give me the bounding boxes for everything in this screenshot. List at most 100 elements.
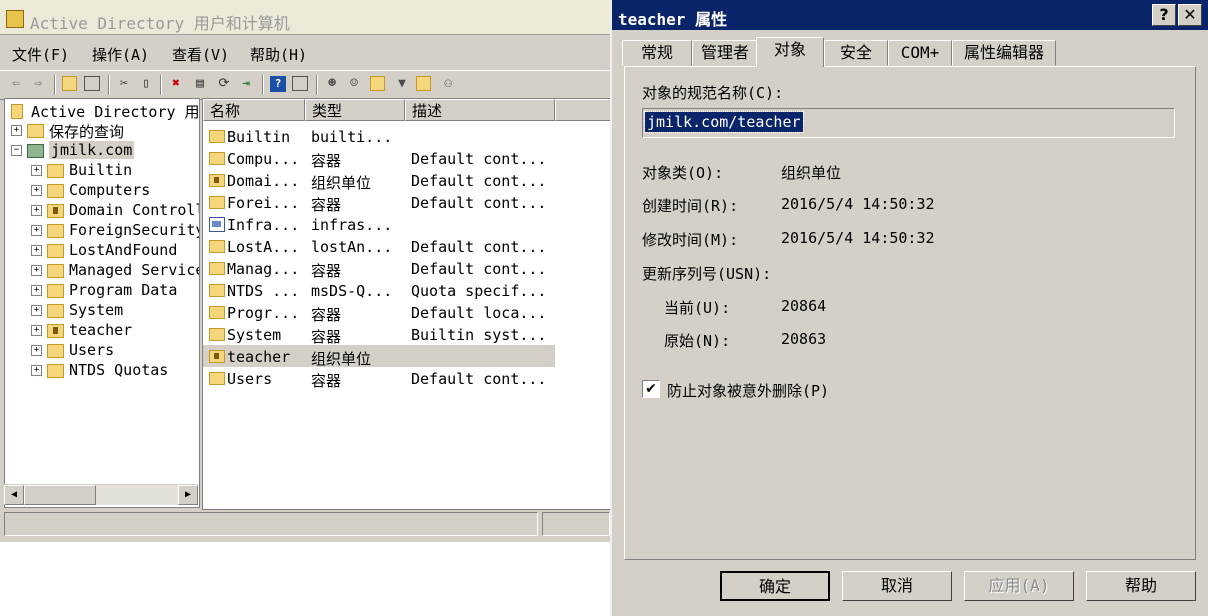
menu-help[interactable]: 帮助(H) xyxy=(250,44,307,65)
tree-horizontal-scrollbar[interactable]: ◀ ▶ xyxy=(4,484,198,505)
status-pane-right xyxy=(542,512,610,536)
list-item-type: 容器 xyxy=(311,372,342,390)
menu-view[interactable]: 查看(V) xyxy=(172,44,229,65)
list-item[interactable]: Infra... infras... xyxy=(203,213,611,235)
usn-original-value: 20863 xyxy=(781,330,827,348)
list-item-name: LostA... xyxy=(227,238,300,256)
aduc-titlebar[interactable]: Active Directory 用户和计算机 xyxy=(0,0,610,35)
list-item[interactable]: System 容器 Builtin syst... xyxy=(203,323,611,346)
add-to-group-icon[interactable]: ⚇ xyxy=(440,76,456,92)
scroll-left-icon[interactable]: ◀ xyxy=(4,485,24,505)
tab-object[interactable]: 对象 xyxy=(756,37,824,67)
list-item[interactable]: Users 容器 Default cont... xyxy=(203,367,611,390)
created-label: 创建时间(R): xyxy=(642,197,739,215)
tab-managed-by[interactable]: 管理者 xyxy=(692,40,758,66)
list-item[interactable]: Forei... 容器 Default cont... xyxy=(203,191,611,214)
tab-com-plus[interactable]: COM+ xyxy=(888,40,952,66)
new-group-icon[interactable]: ☺ xyxy=(346,76,362,92)
tree-label: jmilk.com xyxy=(49,141,135,159)
expand-icon[interactable]: + xyxy=(31,185,42,196)
canonical-name-field[interactable]: jmilk.com/teacher xyxy=(642,108,1175,138)
console-icon[interactable] xyxy=(292,76,308,91)
back-icon[interactable]: ⇦ xyxy=(8,76,24,92)
canonical-name-value[interactable]: jmilk.com/teacher xyxy=(644,111,804,133)
tab-security[interactable]: 安全 xyxy=(824,40,888,66)
tree-label: NTDS Quotas xyxy=(69,361,169,379)
apply-button[interactable]: 应用(A) xyxy=(964,571,1074,601)
list-item-description: Default cont... xyxy=(411,150,547,168)
collapse-icon[interactable]: − xyxy=(11,145,22,156)
refresh-icon[interactable]: ⟳ xyxy=(216,76,232,92)
expand-icon[interactable]: + xyxy=(31,265,42,276)
folder-icon xyxy=(209,262,225,275)
menu-action[interactable]: 操作(A) xyxy=(92,44,149,65)
expand-icon[interactable]: + xyxy=(31,305,42,316)
details-pane: 名称 类型 描述 Builtin builti... Compu... 容器 Defau… xyxy=(202,98,612,510)
tree-label: Domain Controll xyxy=(69,201,200,219)
tab-attribute-editor[interactable]: 属性编辑器 xyxy=(952,40,1056,66)
delete-icon[interactable]: ✖ xyxy=(168,76,184,92)
help-icon[interactable]: ? xyxy=(270,76,286,92)
copy-icon[interactable]: ▯ xyxy=(138,76,154,92)
forward-icon[interactable]: ⇨ xyxy=(30,76,46,92)
list-item[interactable]: Manag... 容器 Default cont... xyxy=(203,257,611,280)
expand-icon[interactable]: + xyxy=(31,205,42,216)
expand-icon[interactable]: + xyxy=(31,165,42,176)
list-item[interactable]: Domai... 组织单位 Default cont... xyxy=(203,169,611,192)
expand-icon[interactable]: + xyxy=(31,365,42,376)
folder-icon xyxy=(47,264,64,278)
list-item-description: Quota specif... xyxy=(411,282,547,300)
list-item[interactable]: Compu... 容器 Default cont... xyxy=(203,147,611,170)
column-header-type[interactable]: 类型 xyxy=(305,99,405,121)
protect-checkbox[interactable]: ✔ xyxy=(642,380,660,398)
ou-icon xyxy=(209,350,225,363)
help-caption-button[interactable]: ? xyxy=(1152,4,1176,26)
list-item-name: NTDS ... xyxy=(227,282,300,300)
close-icon[interactable]: ✕ xyxy=(1178,4,1202,26)
cut-icon[interactable]: ✂ xyxy=(116,76,132,92)
help-button[interactable]: 帮助 xyxy=(1086,571,1196,601)
protect-label[interactable]: 防止对象被意外删除(P) xyxy=(667,380,829,401)
expand-icon[interactable]: + xyxy=(31,345,42,356)
list-item[interactable]: NTDS ... msDS-Q... Quota specif... xyxy=(203,279,611,301)
scroll-right-icon[interactable]: ▶ xyxy=(178,485,198,505)
ok-button[interactable]: 确定 xyxy=(720,571,830,601)
expand-icon[interactable]: + xyxy=(31,325,42,336)
find-icon[interactable] xyxy=(416,76,431,91)
list-item-description: Builtin syst... xyxy=(411,326,547,344)
column-header-description[interactable]: 描述 xyxy=(405,99,555,121)
new-ou-icon[interactable] xyxy=(370,76,385,91)
list-item[interactable]: LostA... lostAn... Default cont... xyxy=(203,235,611,257)
dialog-titlebar[interactable]: teacher 属性 ? ✕ xyxy=(612,0,1208,30)
expand-icon[interactable]: + xyxy=(31,225,42,236)
list-item[interactable]: Progr... 容器 Default loca... xyxy=(203,301,611,324)
column-header-name[interactable]: 名称 xyxy=(203,99,305,121)
tab-general[interactable]: 常规 xyxy=(622,40,692,66)
new-user-icon[interactable]: ☻ xyxy=(324,76,340,92)
list-item-name: Manag... xyxy=(227,260,300,278)
filter-icon[interactable]: ▼ xyxy=(394,76,410,92)
aduc-app-icon xyxy=(6,10,24,28)
scroll-thumb[interactable] xyxy=(24,485,96,505)
show-tree-icon[interactable] xyxy=(84,76,100,91)
toolbar: ⇦ ⇨ ✂ ▯ ✖ ▤ ⟳ ⇥ ? ☻ ☺ ▼ ⚇ xyxy=(0,70,610,100)
tree-label: Program Data xyxy=(69,281,178,299)
cancel-button[interactable]: 取消 xyxy=(842,571,952,601)
usn-current-label: 当前(U): xyxy=(664,299,731,317)
list-item[interactable]: Builtin builti... xyxy=(203,125,611,147)
column-header-spacer xyxy=(555,99,611,121)
folder-icon xyxy=(209,328,225,341)
up-folder-icon[interactable] xyxy=(62,76,77,91)
expand-icon[interactable]: + xyxy=(31,245,42,256)
folder-icon xyxy=(209,130,225,143)
menu-file[interactable]: 文件(F) xyxy=(12,44,69,65)
list-item[interactable]: teacher 组织单位 xyxy=(203,345,611,368)
properties-icon[interactable]: ▤ xyxy=(192,76,208,92)
expand-icon[interactable]: + xyxy=(11,125,22,136)
aduc-title: Active Directory 用户和计算机 xyxy=(30,14,290,33)
list-item-type: lostAn... xyxy=(311,238,393,256)
export-icon[interactable]: ⇥ xyxy=(238,76,254,92)
tree-label: 保存的查询 xyxy=(49,123,125,141)
list-item-type: 容器 xyxy=(311,306,342,324)
expand-icon[interactable]: + xyxy=(31,285,42,296)
